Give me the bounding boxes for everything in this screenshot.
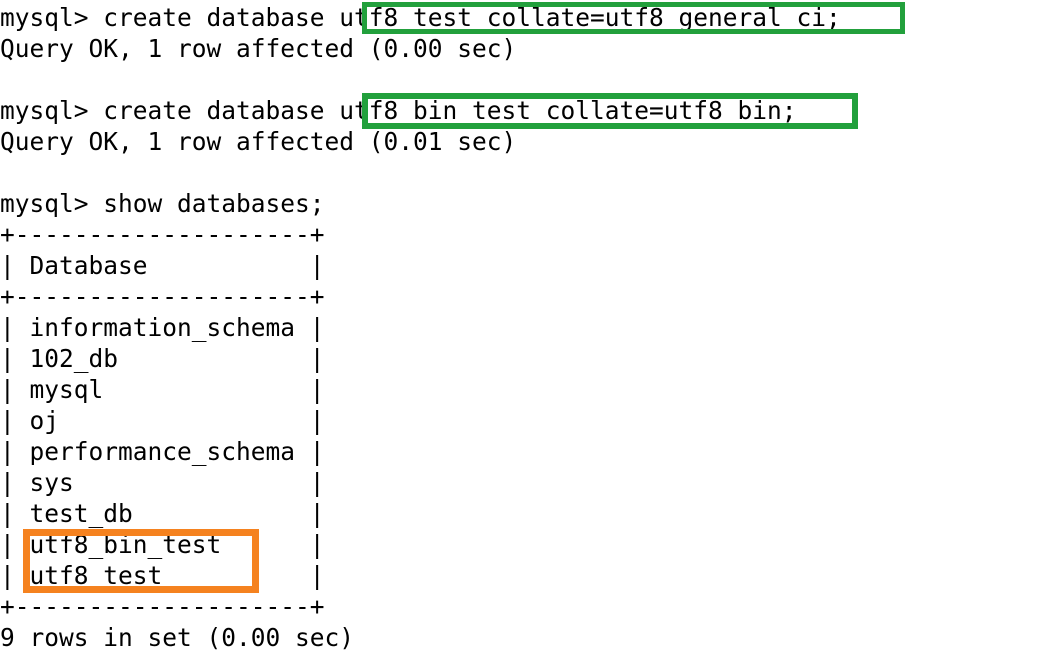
- table-border-bottom: +--------------------+: [0, 592, 325, 621]
- table-row-performance-schema: | performance_schema |: [0, 437, 325, 466]
- terminal-line-query-ok-2: Query OK, 1 row affected (0.01 sec): [0, 127, 517, 156]
- table-row-utf8-test: | utf8_test |: [0, 561, 325, 590]
- terminal-screenshot: mysql> create database utf8_test collate…: [0, 0, 1063, 664]
- table-row-102-db: | 102_db |: [0, 344, 325, 373]
- terminal-line-create-utf8-bin-test: mysql> create database utf8_bin_test col…: [0, 96, 797, 125]
- row-count-status: 9 rows in set (0.00 sec): [0, 623, 355, 652]
- terminal-line-show-databases: mysql> show databases;: [0, 189, 325, 218]
- table-row-utf8-bin-test: | utf8_bin_test |: [0, 530, 325, 559]
- table-row-oj: | oj |: [0, 406, 325, 435]
- terminal-line-query-ok-1: Query OK, 1 row affected (0.00 sec): [0, 34, 517, 63]
- terminal-line-create-utf8-test: mysql> create database utf8_test collate…: [0, 3, 841, 32]
- table-border-top: +--------------------+: [0, 220, 325, 249]
- table-row-sys: | sys |: [0, 468, 325, 497]
- mysql-terminal-output[interactable]: mysql> create database utf8_test collate…: [0, 0, 1063, 664]
- table-row-mysql: | mysql |: [0, 375, 325, 404]
- table-row-information-schema: | information_schema |: [0, 313, 325, 342]
- table-border-middle: +--------------------+: [0, 282, 325, 311]
- terminal-line-blank-2: [0, 157, 15, 188]
- table-row-test-db: | test_db |: [0, 499, 325, 528]
- terminal-line-blank-1: [0, 64, 15, 95]
- table-header-database: | Database |: [0, 251, 325, 280]
